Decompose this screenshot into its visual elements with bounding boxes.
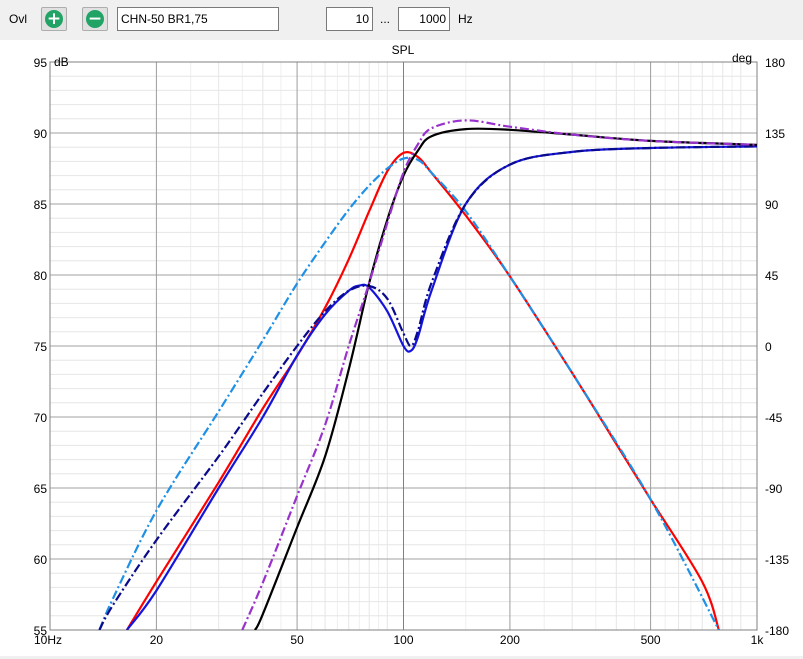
y-tick-label: 90 bbox=[34, 127, 48, 141]
y2-tick-label: 90 bbox=[765, 198, 779, 212]
y-axis-label: dB bbox=[54, 55, 69, 69]
y2-tick-label: -180 bbox=[765, 624, 789, 638]
y-tick-label: 70 bbox=[34, 411, 48, 425]
toolbar: Ovl + − ... Hz bbox=[0, 0, 803, 40]
spl-chart-svg: 95908580757065605518013590450-45-90-135-… bbox=[34, 43, 790, 647]
y2-tick-label: 180 bbox=[765, 56, 785, 70]
chart-title: SPL bbox=[392, 43, 415, 57]
spl-chart: 95 90 85 80 75 70 65 60 55 180 135 90 45 0 -45 -90 -135-… bbox=[0, 40, 803, 656]
y2-tick-label: 135 bbox=[765, 127, 785, 141]
x-tick-label: 1k bbox=[751, 633, 765, 647]
y-tick-label: 80 bbox=[34, 269, 48, 283]
x-tick-label: 20 bbox=[150, 633, 164, 647]
y-tick-label: 60 bbox=[34, 553, 48, 567]
y-tick-label: 65 bbox=[34, 482, 48, 496]
x-tick-label: 100 bbox=[393, 633, 413, 647]
add-overlay-button[interactable]: + bbox=[41, 7, 67, 31]
freq-from-input[interactable] bbox=[326, 7, 373, 31]
remove-overlay-button[interactable]: − bbox=[82, 7, 108, 31]
y2-tick-label: -90 bbox=[765, 482, 783, 496]
x-tick-label: 200 bbox=[500, 633, 520, 647]
y-tick-label: 75 bbox=[34, 340, 48, 354]
y2-tick-label: -45 bbox=[765, 411, 783, 425]
minus-icon: − bbox=[86, 9, 104, 29]
y-tick-label: 85 bbox=[34, 198, 48, 212]
overlay-label: Ovl bbox=[9, 12, 27, 26]
plus-icon: + bbox=[45, 9, 63, 29]
freq-unit: Hz bbox=[458, 12, 473, 26]
x-tick-label: 10Hz bbox=[34, 633, 62, 647]
x-tick-label: 50 bbox=[290, 633, 304, 647]
y2-axis-label: deg bbox=[732, 51, 752, 65]
y-tick-label: 95 bbox=[34, 56, 48, 70]
x-tick-label: 500 bbox=[641, 633, 661, 647]
y2-tick-label: 0 bbox=[765, 340, 772, 354]
freq-to-input[interactable] bbox=[398, 7, 450, 31]
y2-tick-label: -135 bbox=[765, 553, 789, 567]
overlay-name-input[interactable] bbox=[117, 7, 279, 31]
range-separator: ... bbox=[380, 12, 391, 26]
y2-tick-label: 45 bbox=[765, 269, 779, 283]
